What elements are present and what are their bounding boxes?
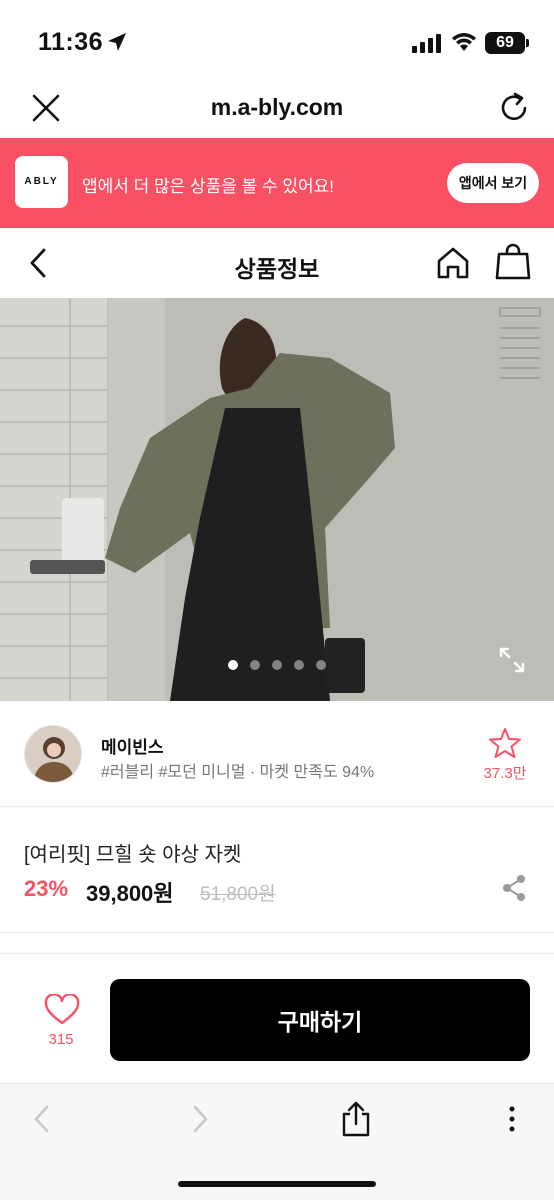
- avatar[interactable]: [24, 725, 82, 783]
- avatar-image: [25, 726, 81, 782]
- home-icon[interactable]: [434, 244, 472, 282]
- shopping-bag-icon[interactable]: [494, 242, 532, 282]
- sale-price: 39,800원: [86, 881, 174, 906]
- home-indicator: [178, 1181, 376, 1187]
- battery-tip: [526, 39, 529, 47]
- product-photo: [0, 298, 554, 701]
- page-header: 상품정보: [0, 228, 554, 298]
- product-name: [여리핏] 므힐 숏 야상 자켓: [24, 844, 242, 866]
- product-image[interactable]: [0, 298, 554, 701]
- purchase-bar: 315 구매하기: [0, 953, 554, 1083]
- heart-outline-icon[interactable]: [44, 994, 80, 1026]
- star-outline-icon[interactable]: [488, 727, 522, 759]
- seller-tags: #러블리 #모던 미니멀 · 마켓 만족도 94%: [101, 764, 375, 781]
- seller-name[interactable]: 메이빈스: [101, 733, 164, 758]
- browser-back-icon[interactable]: [30, 1104, 54, 1134]
- app-download-banner: ABLY 앱에서 더 많은 상품을 볼 수 있어요! 앱에서 보기: [0, 138, 554, 228]
- cellular-signal-icon: [412, 34, 441, 53]
- status-time: 11:36: [38, 28, 104, 56]
- seller-row[interactable]: 메이빈스 #러블리 #모던 미니멀 · 마켓 만족도 94% 37.3만: [0, 701, 554, 807]
- carousel-dots: [0, 658, 554, 672]
- browser-url-bar: m.a-bly.com: [0, 80, 554, 138]
- status-bar: 11:36 69: [0, 0, 554, 80]
- open-in-app-button[interactable]: 앱에서 보기: [447, 163, 539, 203]
- original-price: 51,800원: [200, 884, 276, 905]
- ably-logo: ABLY: [15, 156, 68, 208]
- favorite-count: 37.3만: [483, 765, 527, 782]
- expand-icon[interactable]: [498, 646, 526, 674]
- carousel-dot[interactable]: [294, 660, 304, 670]
- browser-toolbar: [0, 1083, 554, 1200]
- url-text[interactable]: m.a-bly.com: [0, 94, 554, 121]
- location-arrow-icon: [108, 33, 126, 51]
- carousel-dot[interactable]: [228, 660, 238, 670]
- carousel-dot[interactable]: [272, 660, 282, 670]
- banner-text: 앱에서 더 많은 상품을 볼 수 있어요!: [82, 177, 335, 196]
- product-info: [여리핏] 므힐 숏 야상 자켓 23% 39,800원 51,800원: [0, 807, 554, 933]
- discount-rate: 23%: [24, 876, 69, 901]
- wifi-icon: [452, 33, 476, 51]
- carousel-dot[interactable]: [316, 660, 326, 670]
- reload-icon[interactable]: [494, 90, 534, 126]
- buy-button[interactable]: 구매하기: [110, 979, 530, 1061]
- share-upload-icon[interactable]: [340, 1100, 372, 1138]
- more-vertical-icon[interactable]: [500, 1104, 524, 1134]
- like-count: 315: [48, 1031, 74, 1048]
- carousel-dot[interactable]: [250, 660, 260, 670]
- battery-indicator: 69: [485, 32, 525, 54]
- share-icon[interactable]: [500, 873, 528, 903]
- browser-forward-icon[interactable]: [188, 1104, 212, 1134]
